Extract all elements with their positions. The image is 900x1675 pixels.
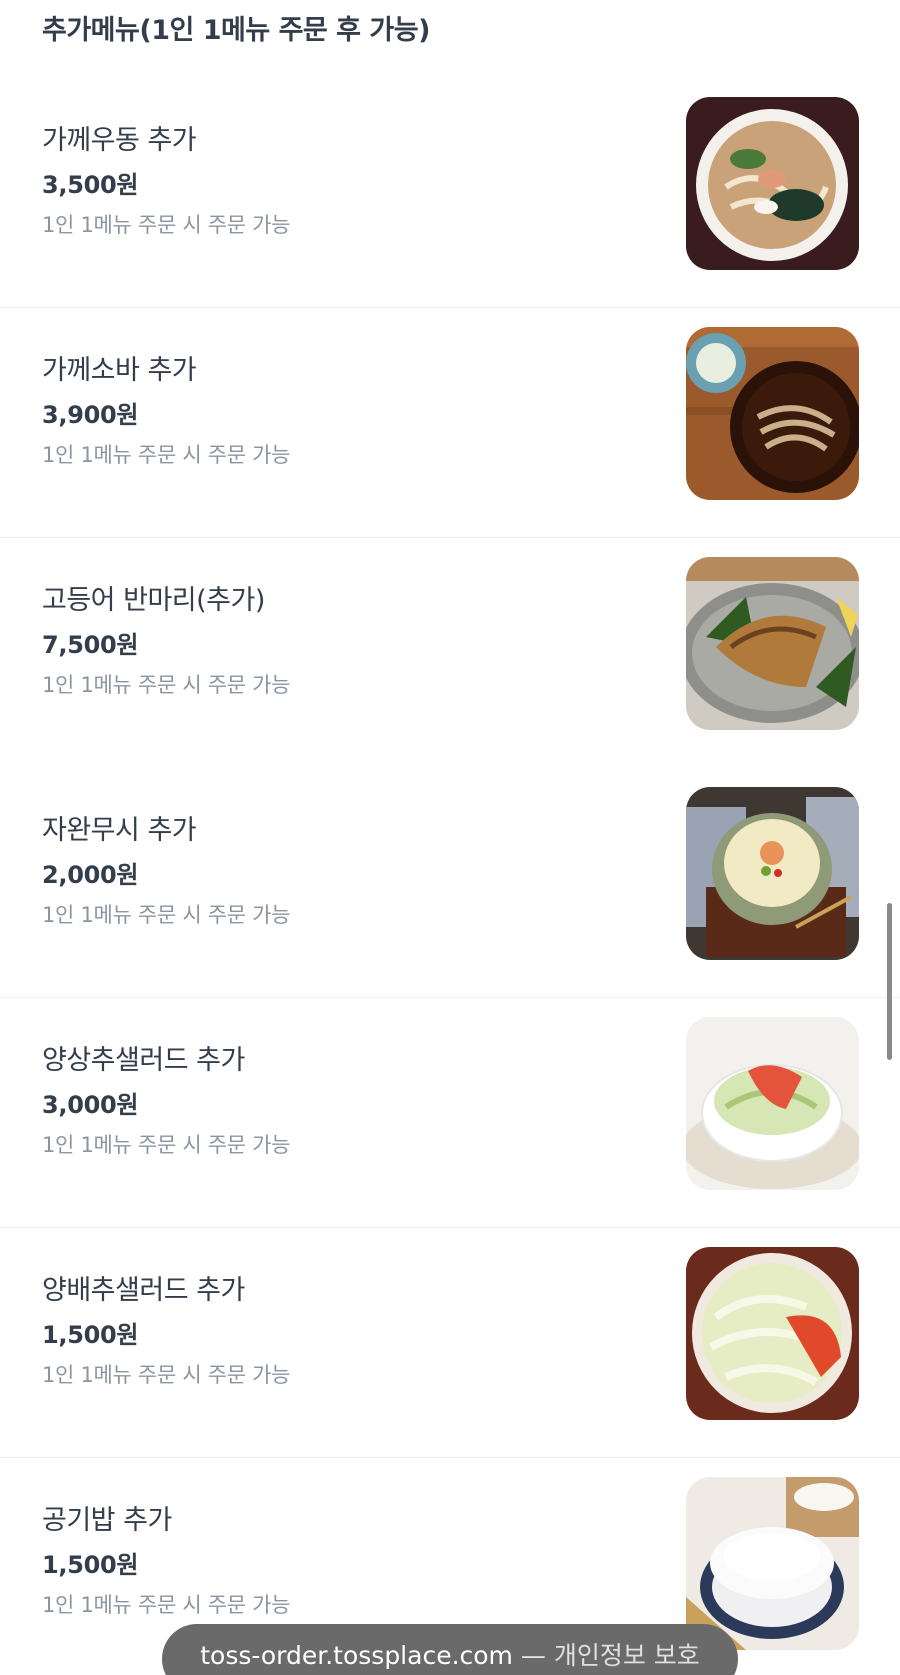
item-description: 1인 1메뉴 주문 시 주문 가능 [42, 213, 291, 237]
item-name: 양배추샐러드 추가 [42, 1275, 245, 1306]
item-name: 양상추샐러드 추가 [42, 1045, 245, 1076]
lettuce-salad-photo [686, 1017, 859, 1190]
url-bar[interactable]: toss-order.tossplace.com — 개인정보 보호 [162, 1624, 738, 1675]
menu-item-mackerel[interactable]: 고등어 반마리(추가) 7,500원 1인 1메뉴 주문 시 주문 가능 [0, 538, 900, 768]
section-title: 추가메뉴(1인 1메뉴 주문 후 가능) [42, 15, 430, 46]
menu-item-chawanmushi[interactable]: 자완무시 추가 2,000원 1인 1메뉴 주문 시 주문 가능 [0, 768, 900, 998]
menu-page: 추가메뉴(1인 1메뉴 주문 후 가능) 가께우동 추가 3,500원 1인 1… [0, 0, 900, 1675]
udon-bowl-photo [686, 97, 859, 270]
menu-item-cabbage-salad[interactable]: 양배추샐러드 추가 1,500원 1인 1메뉴 주문 시 주문 가능 [0, 1228, 900, 1458]
item-name: 자완무시 추가 [42, 815, 197, 846]
item-name: 공기밥 추가 [42, 1505, 172, 1536]
item-name: 가께소바 추가 [42, 355, 197, 386]
item-price: 3,000원 [42, 1091, 139, 1119]
cabbage-salad-photo [686, 1247, 859, 1420]
item-description: 1인 1메뉴 주문 시 주문 가능 [42, 1133, 291, 1157]
item-price: 2,000원 [42, 861, 139, 889]
scrollbar[interactable] [887, 903, 892, 1060]
grilled-mackerel-photo [686, 557, 859, 730]
menu-item-udon[interactable]: 가께우동 추가 3,500원 1인 1메뉴 주문 시 주문 가능 [0, 78, 900, 308]
item-price: 1,500원 [42, 1321, 139, 1349]
item-price: 3,500원 [42, 171, 139, 199]
item-description: 1인 1메뉴 주문 시 주문 가능 [42, 673, 291, 697]
privacy-note: 개인정보 보호 [553, 1641, 700, 1670]
rice-bowl-photo [686, 1477, 859, 1650]
menu-item-soba[interactable]: 가께소바 추가 3,900원 1인 1메뉴 주문 시 주문 가능 [0, 308, 900, 538]
item-price: 3,900원 [42, 401, 139, 429]
chawanmushi-photo [686, 787, 859, 960]
item-description: 1인 1메뉴 주문 시 주문 가능 [42, 903, 291, 927]
soba-bowl-photo [686, 327, 859, 500]
menu-item-lettuce-salad[interactable]: 양상추샐러드 추가 3,000원 1인 1메뉴 주문 시 주문 가능 [0, 998, 900, 1228]
item-price: 1,500원 [42, 1551, 139, 1579]
url-separator: — [520, 1641, 546, 1670]
item-description: 1인 1메뉴 주문 시 주문 가능 [42, 1593, 291, 1617]
item-description: 1인 1메뉴 주문 시 주문 가능 [42, 443, 291, 467]
url-domain: toss-order.tossplace.com [200, 1641, 513, 1670]
item-description: 1인 1메뉴 주문 시 주문 가능 [42, 1363, 291, 1387]
item-price: 7,500원 [42, 631, 139, 659]
item-name: 가께우동 추가 [42, 125, 197, 156]
item-name: 고등어 반마리(추가) [42, 585, 265, 616]
